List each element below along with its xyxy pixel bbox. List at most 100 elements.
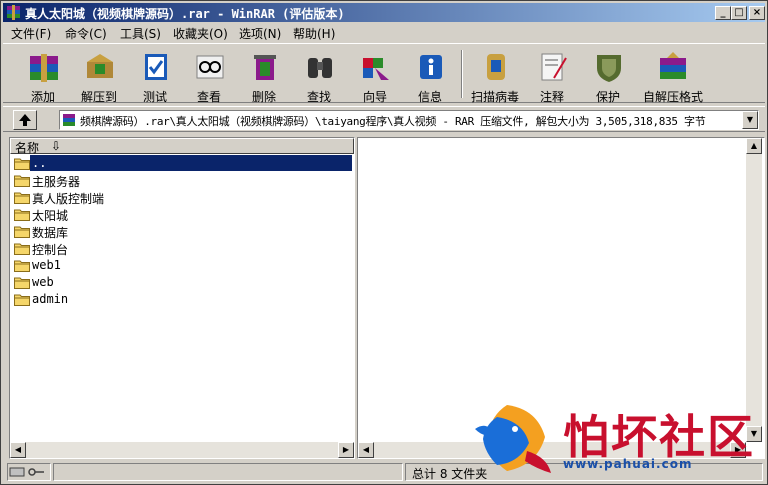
folder-name: 太阳城	[32, 209, 69, 223]
address-field[interactable]: 频棋牌源码）.rar\真人太阳城（视频棋牌源码）\taiyang程序\真人视频 …	[59, 110, 759, 130]
folder-name: web1	[32, 258, 61, 272]
scroll-right-button[interactable]: ▶	[338, 442, 354, 458]
list-item[interactable]: web	[10, 274, 354, 291]
find-binoculars-icon	[308, 58, 332, 78]
status-total-pane: 总计 8 文件夹	[405, 463, 763, 481]
comment-button[interactable]: 注释	[526, 48, 578, 104]
test-label: 测试	[142, 90, 167, 104]
window-title: 真人太阳城（视频棋牌源码）.rar - WinRAR (评估版本)	[25, 7, 345, 21]
extract-to-label: 解压到	[80, 90, 117, 104]
folder-icon	[14, 243, 30, 255]
menu-commands[interactable]: 命令(C)	[65, 25, 107, 42]
folder-list-panel[interactable]: 名称 ⇩ .. 主服务器 真人版控制端太阳城数据库控制台 web1 web admin ◀…	[9, 137, 355, 459]
delete-button[interactable]: 删除	[238, 48, 290, 104]
winrar-window: 真人太阳城（视频棋牌源码）.rar - WinRAR (评估版本) _ □ × …	[0, 0, 768, 485]
folder-icon	[14, 175, 30, 187]
list-item[interactable]: ..	[10, 155, 354, 172]
list-item[interactable]: web1	[10, 257, 354, 274]
folder-name: web	[32, 275, 54, 289]
list-item[interactable]: 主服务器	[10, 172, 354, 189]
folder-list: .. 主服务器 真人版控制端太阳城数据库控制台 web1 web admin	[10, 155, 354, 308]
name-column-header[interactable]: 名称 ⇩	[10, 138, 354, 155]
folder-icon	[14, 209, 30, 221]
address-text: 频棋牌源码）.rar\真人太阳城（视频棋牌源码）\taiyang程序\真人视频 …	[80, 115, 706, 128]
test-button[interactable]: 测试	[129, 48, 181, 104]
delete-label: 删除	[251, 90, 276, 104]
folder-icon	[14, 158, 30, 170]
right-scroll-right-button[interactable]: ▶	[730, 442, 746, 458]
sfx-label: 自解压格式	[643, 90, 704, 104]
info-button[interactable]: 信息	[404, 48, 456, 104]
drive-key-icon	[9, 467, 44, 477]
sfx-button[interactable]: 自解压格式	[643, 48, 704, 104]
title-bar[interactable]: 真人太阳城（视频棋牌源码）.rar - WinRAR (评估版本) _ □ ×	[3, 3, 765, 22]
view-glasses-icon	[196, 55, 224, 79]
toolbar: 添加 解压到 测试 查看 删除 查找 向导 信息 扫描病毒 注释 保护 自解压格…	[3, 43, 765, 104]
menu-file[interactable]: 文件(F)	[11, 25, 51, 42]
info-label: 信息	[417, 90, 442, 104]
status-drive-pane	[7, 463, 51, 481]
menu-options[interactable]: 选项(N)	[239, 25, 281, 42]
right-horizontal-scrollbar[interactable]: ◀ ▶	[358, 442, 746, 458]
sfx-icon	[660, 52, 686, 79]
file-view-panel[interactable]: ▲ ▼ ◀ ▶	[357, 137, 765, 459]
up-arrow-icon	[19, 114, 31, 126]
address-bar: 频棋牌源码）.rar\真人太阳城（视频棋牌源码）\taiyang程序\真人视频 …	[3, 106, 765, 132]
up-folder-button[interactable]	[13, 110, 37, 130]
maximize-button[interactable]: □	[731, 6, 747, 20]
scroll-down-button[interactable]: ▼	[746, 426, 762, 442]
status-selection-pane	[53, 463, 403, 481]
menu-bar: 文件(F) 命令(C) 工具(S) 收藏夹(O) 选项(N) 帮助(H)	[3, 23, 765, 42]
virus-scan-label: 扫描病毒	[470, 90, 519, 104]
test-icon	[145, 54, 167, 80]
list-item[interactable]: 真人版控制端	[10, 189, 354, 206]
menu-tools[interactable]: 工具(S)	[120, 25, 161, 42]
view-label: 查看	[196, 90, 221, 104]
right-scroll-left-button[interactable]: ◀	[358, 442, 374, 458]
find-label: 查找	[306, 90, 331, 104]
archive-icon	[63, 114, 75, 126]
horizontal-scrollbar[interactable]: ◀ ▶	[10, 442, 354, 458]
scroll-up-button[interactable]: ▲	[746, 138, 762, 154]
menu-help[interactable]: 帮助(H)	[293, 25, 335, 42]
close-button[interactable]: ×	[749, 6, 765, 20]
view-button[interactable]: 查看	[183, 48, 235, 104]
list-item[interactable]: 数据库	[10, 223, 354, 240]
folder-icon	[14, 260, 30, 272]
add-books-icon	[30, 54, 58, 82]
folder-icon	[14, 277, 30, 289]
scroll-left-button[interactable]: ◀	[10, 442, 26, 458]
minimize-button[interactable]: _	[715, 6, 731, 20]
status-bar: 总计 8 文件夹	[3, 462, 765, 482]
list-item[interactable]: 太阳城	[10, 206, 354, 223]
protect-shield-icon	[597, 55, 621, 82]
address-dropdown-button[interactable]: ▼	[742, 111, 758, 129]
name-column-label: 名称	[15, 141, 40, 155]
winrar-app-icon[interactable]	[6, 5, 21, 20]
list-item[interactable]: 控制台	[10, 240, 354, 257]
folder-name: 主服务器	[32, 175, 81, 189]
wizard-icon	[363, 58, 389, 80]
folder-name: 控制台	[32, 243, 69, 257]
list-item[interactable]: admin	[10, 291, 354, 308]
wizard-button[interactable]: 向导	[349, 48, 401, 104]
folder-icon	[14, 226, 30, 238]
status-total-text: 总计 8 文件夹	[412, 467, 488, 481]
folder-name: 数据库	[32, 226, 69, 240]
find-button[interactable]: 查找	[293, 48, 345, 104]
folder-icon	[14, 192, 30, 204]
virus-scan-button[interactable]: 扫描病毒	[469, 48, 521, 104]
sort-down-icon: ⇩	[51, 139, 62, 153]
add-button[interactable]: 添加	[17, 48, 69, 104]
folder-name: admin	[32, 292, 69, 306]
info-icon	[420, 55, 442, 79]
extract-to-button[interactable]: 解压到	[73, 48, 125, 104]
delete-icon	[254, 55, 276, 80]
vertical-scrollbar[interactable]: ▲ ▼	[746, 138, 762, 442]
comment-label: 注释	[539, 90, 564, 104]
menu-favorites[interactable]: 收藏夹(O)	[173, 25, 228, 42]
wizard-label: 向导	[362, 90, 387, 104]
protect-button[interactable]: 保护	[582, 48, 634, 104]
virus-scan-icon	[487, 54, 505, 80]
extract-to-icon	[87, 54, 113, 78]
